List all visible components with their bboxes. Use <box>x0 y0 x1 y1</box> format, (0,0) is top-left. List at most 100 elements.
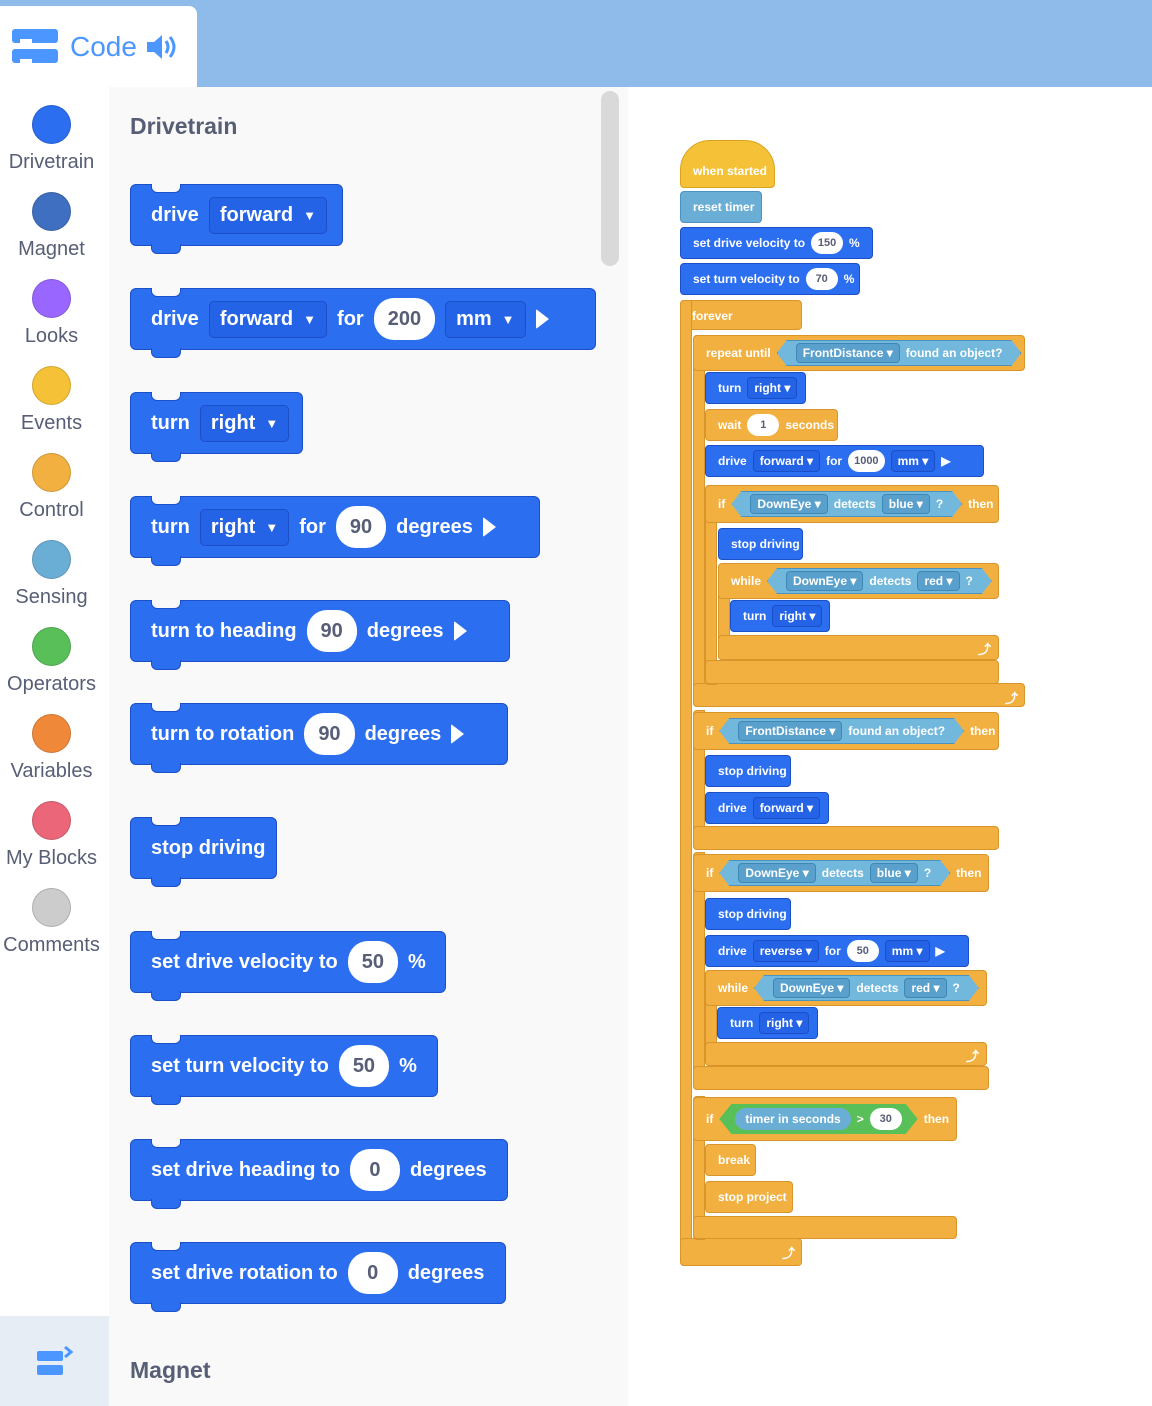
sensor-dropdown[interactable]: FrontDistance ▾ <box>738 721 842 741</box>
block-turn-to-rotation[interactable]: turn to rotation 90 degrees <box>130 703 508 773</box>
while-block[interactable]: while DownEye ▾ detects red ▾? <box>718 563 999 599</box>
rotation-input[interactable]: 0 <box>347 1252 398 1294</box>
category-magnet[interactable]: Magnet <box>0 192 103 261</box>
drive-block[interactable]: drive forward ▾ <box>705 792 829 824</box>
wait-arrow-icon[interactable]: ▶ <box>941 454 950 468</box>
stop-driving-block[interactable]: stop driving <box>718 528 803 560</box>
degrees-input[interactable]: 90 <box>335 506 387 548</box>
category-operators[interactable]: Operators <box>0 627 103 696</box>
wait-arrow-icon[interactable] <box>482 517 496 537</box>
category-drivetrain[interactable]: Drivetrain <box>0 105 103 174</box>
color-dropdown[interactable]: blue ▾ <box>870 863 918 883</box>
turn-direction-dropdown[interactable]: right ▼ <box>199 508 290 546</box>
sensor-dropdown[interactable]: DownEye ▾ <box>786 571 863 591</box>
wait-block[interactable]: wait 1 seconds <box>705 409 838 441</box>
greater-than-operator[interactable]: timer in seconds >30 <box>719 1104 917 1134</box>
wait-arrow-icon[interactable]: ▶ <box>936 944 945 958</box>
timer-reporter[interactable]: timer in seconds <box>735 1108 850 1130</box>
stop-project-block[interactable]: stop project <box>705 1181 793 1213</box>
break-block[interactable]: break <box>705 1144 756 1176</box>
direction-dropdown[interactable]: right ▾ <box>747 377 798 399</box>
velocity-input[interactable]: 50 <box>338 1045 390 1087</box>
turn-block[interactable]: turn right ▾ <box>705 372 806 404</box>
color-dropdown[interactable]: blue ▾ <box>882 494 930 514</box>
block-drive[interactable]: drive forward ▼ <box>130 184 343 254</box>
detects-condition[interactable]: DownEye ▾ detects red ▾? <box>767 568 992 594</box>
block-turn-for[interactable]: turn right ▼ for 90 degrees <box>130 496 540 566</box>
detects-condition[interactable]: DownEye ▾ detects blue ▾? <box>719 860 950 886</box>
category-control[interactable]: Control <box>0 453 103 522</box>
if-then-block[interactable]: if DownEye ▾ detects blue ▾? then <box>693 854 989 892</box>
block-set-drive-velocity[interactable]: set drive velocity to 50 % <box>130 931 446 1001</box>
caret-down-icon: ▾ <box>829 724 836 738</box>
set-drive-velocity-block[interactable]: set drive velocity to 150% <box>680 227 873 259</box>
wait-input[interactable]: 1 <box>747 414 780 436</box>
speaker-icon[interactable] <box>145 32 179 62</box>
distance-input[interactable]: 50 <box>846 940 879 962</box>
rotation-input[interactable]: 90 <box>304 713 355 755</box>
direction-dropdown[interactable]: reverse ▾ <box>752 940 819 962</box>
detects-condition[interactable]: DownEye ▾ detects blue ▾? <box>731 491 962 517</box>
block-set-drive-rotation[interactable]: set drive rotation to 0 degrees <box>130 1242 506 1312</box>
heading-input[interactable]: 90 <box>306 610 357 652</box>
sensor-dropdown[interactable]: FrontDistance ▾ <box>796 343 900 363</box>
category-my-blocks[interactable]: My Blocks <box>0 801 103 870</box>
wait-arrow-icon[interactable] <box>451 724 465 744</box>
if-then-block[interactable]: if timer in seconds >30 then <box>693 1097 957 1141</box>
code-tab[interactable]: Code <box>0 6 197 87</box>
unit-dropdown[interactable]: mm ▼ <box>445 300 526 338</box>
stop-driving-block[interactable]: stop driving <box>705 755 791 787</box>
direction-dropdown[interactable]: right ▾ <box>759 1012 810 1034</box>
block-set-drive-heading[interactable]: set drive heading to 0 degrees <box>130 1139 508 1209</box>
palette-scrollbar[interactable] <box>601 91 619 266</box>
category-comments[interactable]: Comments <box>0 888 103 957</box>
velocity-input[interactable]: 50 <box>347 941 398 983</box>
turn-block[interactable]: turn right ▾ <box>730 600 830 632</box>
velocity-input[interactable]: 70 <box>805 268 838 290</box>
direction-dropdown[interactable]: forward ▼ <box>208 196 328 234</box>
set-turn-velocity-block[interactable]: set turn velocity to 70% <box>680 263 860 295</box>
direction-dropdown[interactable]: forward ▾ <box>752 797 821 819</box>
direction-dropdown[interactable]: forward ▾ <box>752 450 821 472</box>
sensor-dropdown[interactable]: DownEye ▾ <box>750 494 827 514</box>
block-stop-driving[interactable]: stop driving <box>130 817 277 887</box>
block-turn-to-heading[interactable]: turn to heading 90 degrees <box>130 600 510 670</box>
color-dropdown[interactable]: red ▾ <box>917 571 959 591</box>
found-object-condition[interactable]: FrontDistance ▾ found an object? <box>719 718 964 744</box>
extensions-button[interactable] <box>0 1316 109 1406</box>
stop-driving-block[interactable]: stop driving <box>705 898 791 930</box>
wait-arrow-icon[interactable] <box>535 309 549 329</box>
category-variables[interactable]: Variables <box>0 714 103 783</box>
reset-timer-block[interactable]: reset timer <box>680 191 762 223</box>
repeat-until-block[interactable]: repeat until FrontDistance ▾ found an obj… <box>693 335 1025 371</box>
turn-block[interactable]: turn right ▾ <box>717 1007 818 1039</box>
category-events[interactable]: Events <box>0 366 103 435</box>
block-set-turn-velocity[interactable]: set turn velocity to 50 % <box>130 1035 438 1105</box>
unit-dropdown[interactable]: mm ▾ <box>890 450 936 472</box>
unit-dropdown[interactable]: mm ▾ <box>884 940 930 962</box>
direction-dropdown[interactable]: forward ▼ <box>208 300 328 338</box>
block-turn[interactable]: turn right ▼ <box>130 392 303 462</box>
detects-condition[interactable]: DownEye ▾ detects red ▾? <box>754 975 979 1001</box>
direction-dropdown[interactable]: right ▾ <box>772 605 823 627</box>
block-drive-for[interactable]: drive forward ▼ for 200 mm ▼ <box>130 288 596 358</box>
turn-direction-dropdown[interactable]: right ▼ <box>199 404 290 442</box>
if-then-block[interactable]: if FrontDistance ▾ found an object? then <box>693 712 999 750</box>
if-then-block[interactable]: if DownEye ▾ detects blue ▾? then <box>705 485 999 523</box>
sensor-dropdown[interactable]: DownEye ▾ <box>738 863 815 883</box>
found-object-condition[interactable]: FrontDistance ▾ found an object? <box>777 340 1022 366</box>
heading-input[interactable]: 0 <box>349 1149 400 1191</box>
drive-for-block[interactable]: drive forward ▾ for 1000 mm ▾ ▶ <box>705 445 984 477</box>
distance-input[interactable]: 200 <box>373 298 436 340</box>
category-looks[interactable]: Looks <box>0 279 103 348</box>
wait-arrow-icon[interactable] <box>453 621 467 641</box>
velocity-input[interactable]: 150 <box>811 232 844 254</box>
while-block[interactable]: while DownEye ▾ detects red ▾? <box>705 970 987 1006</box>
when-started-block[interactable]: when started <box>680 140 775 188</box>
sensor-dropdown[interactable]: DownEye ▾ <box>773 978 850 998</box>
distance-input[interactable]: 1000 <box>848 450 885 472</box>
color-dropdown[interactable]: red ▾ <box>904 978 946 998</box>
compare-input[interactable]: 30 <box>870 1108 902 1130</box>
drive-for-block[interactable]: drive reverse ▾ for 50 mm ▾ ▶ <box>705 935 969 967</box>
category-sensing[interactable]: Sensing <box>0 540 103 609</box>
